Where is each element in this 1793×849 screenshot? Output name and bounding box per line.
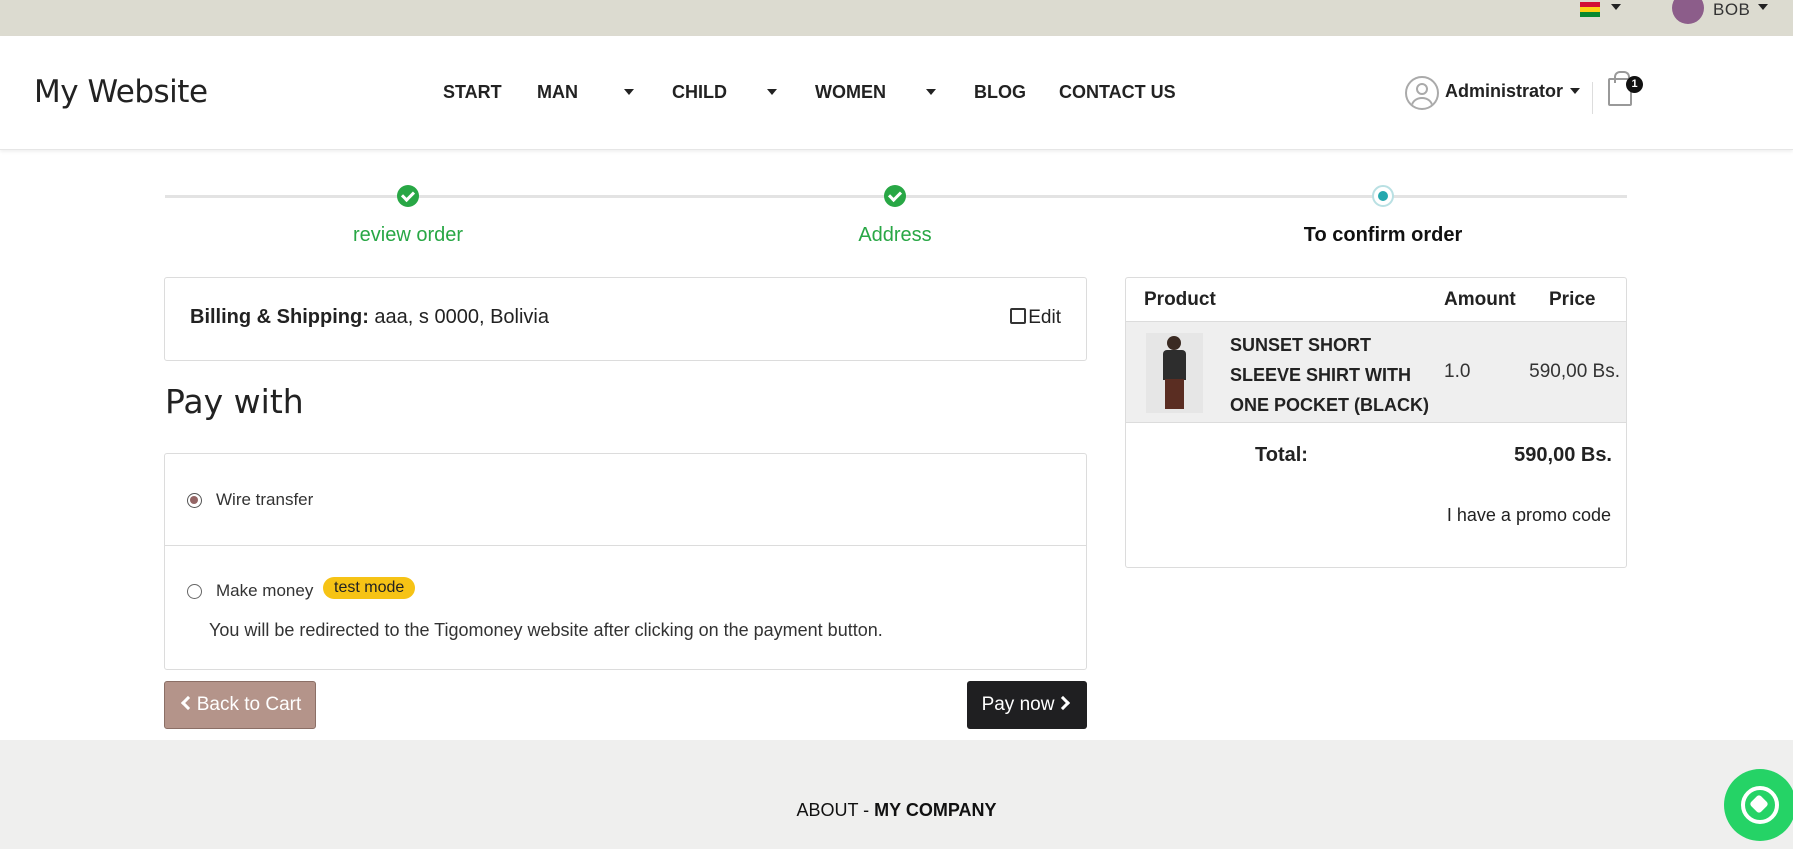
billing-value: aaa, s 0000, Bolivia (374, 306, 549, 328)
step-confirm-order: To confirm order (1303, 224, 1463, 246)
step-address-check-icon (884, 185, 906, 207)
site-logo[interactable]: My Website (34, 74, 208, 110)
make-money-radio[interactable] (187, 584, 202, 599)
test-mode-badge: test mode (323, 577, 416, 599)
col-price: Price (1549, 289, 1596, 310)
chevron-left-icon (180, 695, 195, 711)
edit-icon (1010, 308, 1027, 324)
nav-child-caret-icon[interactable] (767, 89, 777, 95)
make-money-description: You will be redirected to the Tigomoney … (209, 620, 883, 640)
payment-methods-card: Wire transfer Make money test mode You w… (164, 453, 1087, 670)
billing-shipping-card: Billing & Shipping: aaa, s 0000, Bolivia… (164, 277, 1087, 361)
step-address[interactable]: Address (745, 224, 1045, 247)
pay-with-title: Pay with (165, 382, 304, 421)
pay-now-label: Pay now (981, 694, 1055, 715)
user-name[interactable]: BOB (1713, 0, 1750, 20)
nav-contact-us[interactable]: CONTACT US (1059, 82, 1176, 103)
product-name[interactable]: SUNSET SHORT SLEEVE SHIRT WITH ONE POCKE… (1230, 330, 1430, 420)
payment-method-wire[interactable]: Wire transfer (165, 454, 1086, 546)
product-image[interactable] (1146, 333, 1203, 413)
language-flag-icon[interactable] (1580, 2, 1600, 17)
order-summary-card: Product Amount Price SUNSET SHORT SLEEVE… (1125, 277, 1627, 568)
wire-transfer-radio[interactable] (187, 493, 202, 508)
product-price: 590,00 Bs. (1529, 361, 1620, 382)
language-caret-icon[interactable] (1611, 4, 1621, 10)
cart-count-badge[interactable]: 1 (1626, 76, 1643, 93)
order-line-row: SUNSET SHORT SLEEVE SHIRT WITH ONE POCKE… (1126, 322, 1626, 423)
back-to-cart-label: Back to Cart (196, 694, 302, 715)
step-confirm-current-icon (1372, 185, 1394, 207)
user-avatar-icon[interactable] (1672, 0, 1704, 24)
nav-blog[interactable]: BLOG (974, 82, 1026, 103)
header-divider (1592, 82, 1593, 114)
nav-women-caret-icon[interactable] (926, 89, 936, 95)
nav-man-caret-icon[interactable] (624, 89, 634, 95)
promo-code-link[interactable]: I have a promo code (1447, 505, 1611, 526)
col-product: Product (1144, 289, 1216, 310)
make-money-label[interactable]: Make money (216, 581, 313, 601)
footer-about-label: ABOUT - (796, 800, 870, 820)
total-label: Total: (1255, 444, 1308, 466)
chevron-right-icon (1056, 695, 1071, 711)
step-review-check-icon (397, 185, 419, 207)
step-review-order[interactable]: review order (258, 224, 558, 247)
pay-now-button[interactable]: Pay now (967, 681, 1087, 729)
order-summary-header: Product Amount Price (1126, 278, 1626, 322)
footer-about: ABOUT - MY COMPANY (0, 800, 1793, 821)
top-bar: BOB (0, 0, 1793, 36)
admin-menu[interactable]: Administrator (1445, 81, 1563, 102)
product-qty: 1.0 (1444, 361, 1471, 382)
billing-label: Billing & Shipping: (190, 306, 369, 328)
admin-user-icon[interactable] (1405, 76, 1439, 110)
admin-caret-icon[interactable] (1570, 88, 1580, 94)
nav-women[interactable]: WOMEN (815, 82, 886, 103)
nav-child[interactable]: CHILD (672, 82, 727, 103)
footer-company: MY COMPANY (874, 800, 997, 820)
site-header: My Website START MAN CHILD WOMEN BLOG CO… (0, 36, 1793, 150)
user-menu-caret-icon[interactable] (1758, 4, 1768, 10)
nav-man[interactable]: MAN (537, 82, 578, 103)
edit-label: Edit (1028, 307, 1061, 328)
edit-address-link[interactable]: Edit (1010, 307, 1061, 329)
whatsapp-icon[interactable] (1724, 769, 1793, 841)
nav-start[interactable]: START (443, 82, 502, 103)
back-to-cart-button[interactable]: Back to Cart (164, 681, 316, 729)
wire-transfer-label[interactable]: Wire transfer (216, 490, 313, 510)
col-amount: Amount (1444, 289, 1516, 310)
total-value: 590,00 Bs. (1514, 444, 1612, 466)
site-footer: ABOUT - MY COMPANY (0, 740, 1793, 849)
billing-address: Billing & Shipping: aaa, s 0000, Bolivia (190, 306, 549, 329)
